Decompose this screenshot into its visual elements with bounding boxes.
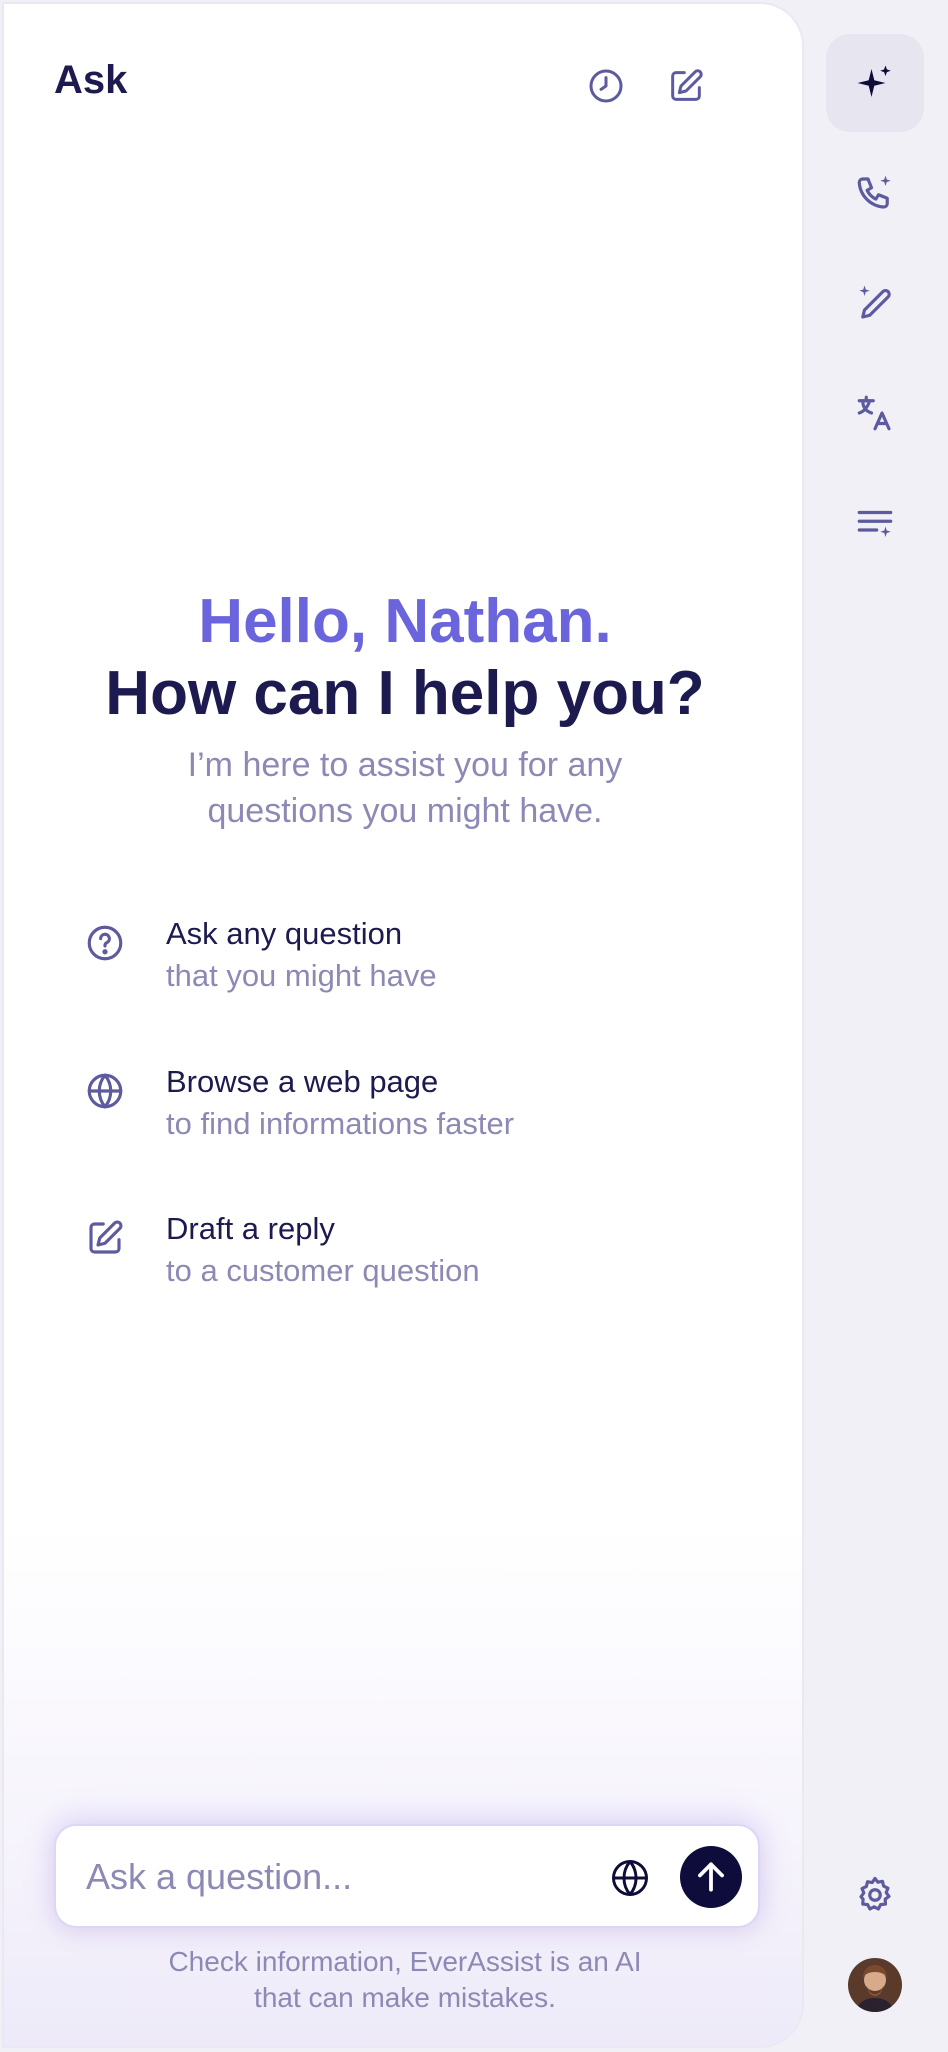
- rail-translate[interactable]: [826, 364, 924, 462]
- headline: How can I help you?: [105, 659, 705, 728]
- new-chat-button[interactable]: [658, 58, 714, 114]
- feature-ask-question[interactable]: Ask any question that you might have: [84, 914, 724, 1010]
- arrow-up-icon: [698, 1862, 724, 1892]
- web-browse-toggle[interactable]: [608, 1856, 652, 1900]
- summary-list-icon: [857, 510, 893, 537]
- feature-browse-web[interactable]: Browse a web page to find informations f…: [84, 1062, 724, 1158]
- user-avatar[interactable]: [848, 1958, 902, 2012]
- history-clock-icon: [589, 69, 623, 103]
- feature-title: Ask any question: [166, 916, 403, 951]
- feature-draft-reply[interactable]: Draft a reply to a customer question: [84, 1209, 724, 1305]
- settings-gear-icon: [859, 1876, 891, 1911]
- feature-subtitle: to find informations faster: [166, 1106, 515, 1141]
- feature-title: Browse a web page: [166, 1064, 439, 1099]
- edit-icon: [84, 1217, 126, 1259]
- composer: [54, 1824, 760, 1928]
- rail-summarize[interactable]: [826, 474, 924, 572]
- rail-write[interactable]: [826, 254, 924, 352]
- globe-icon: [84, 1070, 126, 1112]
- page-title: Ask: [54, 58, 128, 102]
- feature-subtitle: to a customer question: [166, 1253, 480, 1288]
- rail-call[interactable]: [826, 144, 924, 242]
- send-button[interactable]: [680, 1846, 742, 1908]
- question-circle-icon: [84, 922, 126, 964]
- pencil-sparkle-icon: [859, 285, 891, 319]
- phone-sparkle-icon: [857, 175, 891, 209]
- settings-button[interactable]: [826, 1846, 924, 1944]
- question-input[interactable]: [86, 1848, 586, 1906]
- history-button[interactable]: [578, 58, 634, 114]
- ask-panel: Ask Hello, Nathan. How can I help you? I…: [2, 2, 804, 2048]
- edit-compose-icon: [671, 69, 703, 101]
- feature-subtitle: that you might have: [166, 958, 437, 993]
- ai-disclaimer: Check information, EverAssist is an AI t…: [168, 1946, 642, 2013]
- feature-title: Draft a reply: [166, 1211, 335, 1246]
- greeting: Hello, Nathan.: [198, 587, 612, 656]
- globe-icon: [612, 1860, 648, 1896]
- sparkle-icon: [857, 65, 891, 97]
- rail-ask[interactable]: [826, 34, 924, 132]
- subtitle: I’m here to assist you for any questions…: [187, 746, 623, 830]
- translate-icon: [857, 395, 891, 431]
